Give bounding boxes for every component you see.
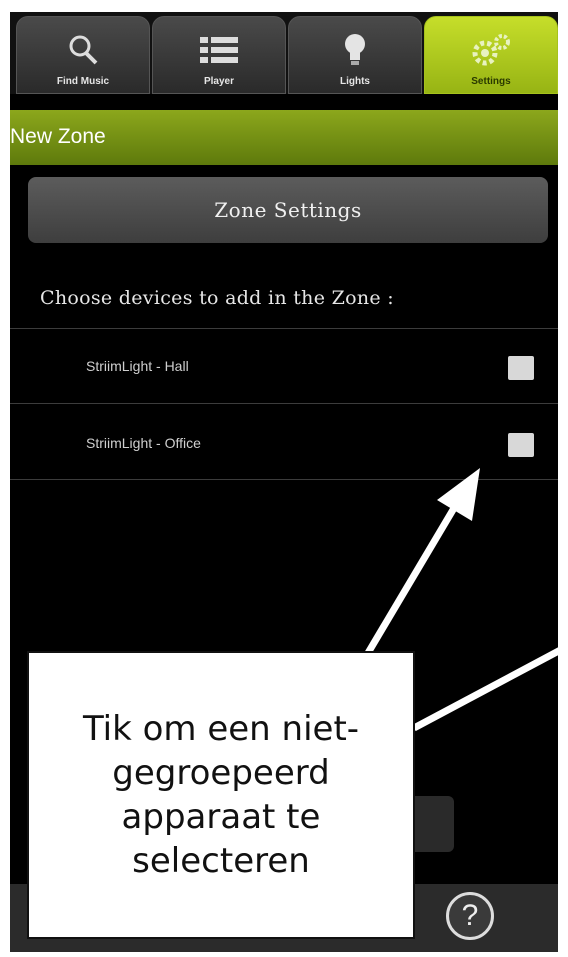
list-icon	[200, 30, 238, 70]
zone-settings-button[interactable]: Zone Settings	[28, 177, 548, 243]
tab-label: Find Music	[56, 76, 110, 87]
page-title-bar: New Zone	[10, 110, 558, 165]
tab-label: Settings	[471, 76, 511, 87]
tab-find-music[interactable]: Find Music	[16, 16, 150, 94]
device-label-hall: StriimLight - Hall	[86, 358, 189, 374]
tab-lights[interactable]: Lights	[288, 16, 422, 94]
instruction-callout: Tik om een niet- gegroepeerd apparaat te…	[27, 651, 415, 939]
divider	[10, 479, 558, 480]
tab-player[interactable]: Player	[152, 16, 286, 94]
gears-icon	[470, 30, 512, 70]
callout-text: Tik om een niet- gegroepeerd apparaat te…	[82, 709, 360, 881]
device-checkbox-hall[interactable]	[508, 356, 534, 380]
tab-label: Lights	[340, 76, 370, 87]
tab-label: Player	[203, 76, 235, 87]
device-label-office: StriimLight - Office	[86, 435, 201, 451]
tab-bar: Find Music Player Lights Settings	[10, 12, 558, 94]
device-checkbox-office[interactable]	[508, 433, 534, 457]
tab-settings[interactable]: Settings	[424, 16, 558, 94]
search-icon	[66, 30, 100, 70]
choose-devices-label: Choose devices to add in the Zone :	[40, 287, 394, 309]
page-title: New Zone	[10, 125, 106, 148]
divider	[10, 403, 558, 404]
divider	[10, 328, 558, 329]
help-button[interactable]: ?	[446, 892, 494, 940]
lightbulb-icon	[342, 30, 368, 70]
